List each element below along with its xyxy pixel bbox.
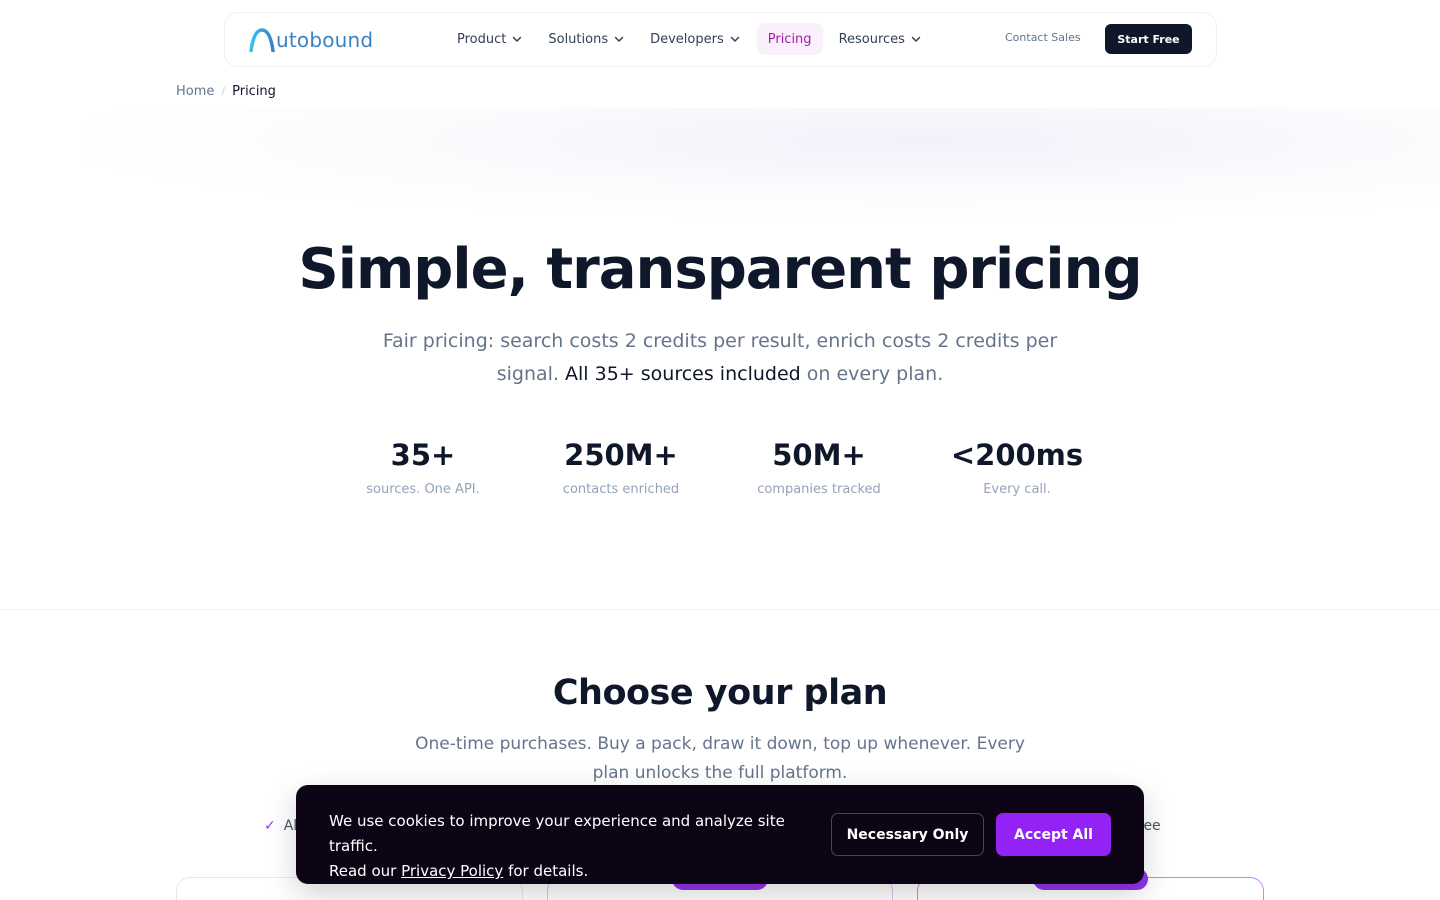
hero-subtitle-highlight: All 35+ sources included (565, 363, 801, 385)
stat-value: 50M+ (772, 438, 866, 472)
menu-item-label: Product (457, 31, 507, 47)
logo[interactable]: utobound (249, 27, 373, 53)
stat-contacts: 250M+ contacts enriched (522, 436, 720, 497)
accept-all-button[interactable]: Accept All (996, 813, 1111, 856)
stats-row: 35+ sources. One API. 250M+ contacts enr… (324, 436, 1116, 497)
hero-subtitle: Fair pricing: search costs 2 credits per… (380, 325, 1060, 391)
contact-sales-link[interactable]: Contact Sales (1005, 31, 1081, 44)
start-free-button[interactable]: Start Free (1105, 24, 1192, 54)
plans-subtitle: One-time purchases. Buy a pack, draw it … (415, 734, 1025, 783)
menu-item-developers[interactable]: Developers (641, 23, 750, 55)
stat-label: Every call. (983, 482, 1051, 497)
menu-item-label: Developers (650, 31, 724, 47)
cookie-read-text: Read our (329, 862, 402, 880)
stat-label: contacts enriched (562, 482, 680, 497)
stat-latency: <200ms Every call. (918, 436, 1116, 497)
section-divider (0, 609, 1440, 610)
hero-subtitle-tail: on every plan. (800, 363, 944, 385)
stat-label: companies tracked (757, 482, 881, 497)
menu-item-pricing[interactable]: Pricing (756, 23, 823, 55)
chevron-down-icon (911, 36, 921, 42)
plan-feature-item: ✓ Al (264, 818, 297, 834)
check-icon: ✓ (264, 818, 276, 834)
stat-value: 35+ (390, 438, 456, 472)
menu-item-product[interactable]: Product (448, 23, 532, 55)
stat-companies: 50M+ companies tracked (720, 436, 918, 497)
hero-background-glow (80, 108, 1440, 218)
stat-label: sources. One API. (366, 482, 480, 497)
menu-item-label: Resources (838, 31, 905, 47)
page-title: Simple, transparent pricing (298, 237, 1142, 302)
menu-item-label: Pricing (767, 31, 812, 47)
stat-sources: 35+ sources. One API. (324, 436, 522, 497)
breadcrumb-separator: / (221, 85, 226, 98)
cookie-message: We use cookies to improve your experienc… (329, 809, 809, 884)
breadcrumb-home-link[interactable]: Home (176, 84, 214, 99)
plans-title: Choose your plan (552, 673, 888, 713)
chevron-down-icon (513, 36, 522, 42)
cookie-banner: We use cookies to improve your experienc… (296, 785, 1144, 884)
chevron-down-icon (730, 36, 739, 42)
main-menu: Product Solutions Developers Pricing Res… (448, 23, 938, 55)
stat-value: <200ms (950, 438, 1084, 472)
menu-item-resources[interactable]: Resources (830, 23, 931, 55)
top-navigation: utobound Product Solutions Developers Pr… (224, 12, 1217, 67)
breadcrumb: Home / Pricing (176, 84, 276, 99)
chevron-down-icon (614, 36, 624, 42)
cookie-message-line: We use cookies to improve your experienc… (329, 812, 785, 855)
stat-value: 250M+ (564, 438, 678, 472)
menu-item-solutions[interactable]: Solutions (539, 23, 634, 55)
autobound-logo-icon (249, 28, 275, 52)
breadcrumb-current: Pricing (232, 84, 276, 99)
cookie-after-text: for details. (503, 862, 589, 880)
logo-text: utobound (276, 28, 374, 52)
necessary-only-button[interactable]: Necessary Only (831, 813, 984, 856)
privacy-policy-link[interactable]: Privacy Policy (401, 862, 503, 880)
menu-item-label: Solutions (548, 31, 609, 47)
